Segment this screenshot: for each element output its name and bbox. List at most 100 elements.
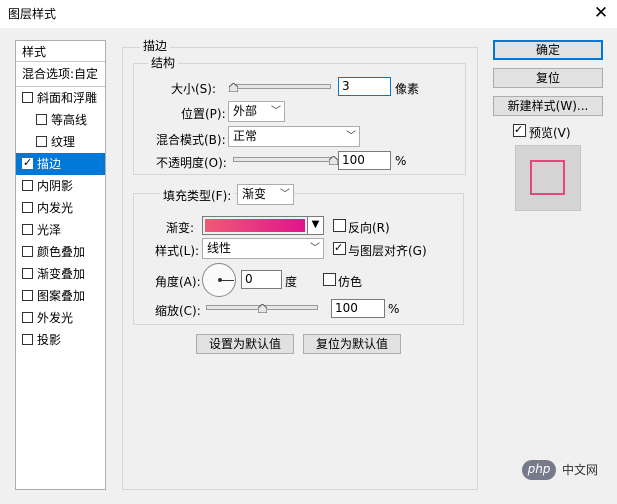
gradient-style-select-value: 线性	[207, 241, 232, 255]
reverse-checkbox[interactable]	[333, 219, 346, 232]
stroke-group-title: 描边	[140, 37, 171, 54]
ok-button[interactable]: 确定	[493, 40, 603, 60]
scale-input[interactable]: 100	[331, 299, 385, 318]
style-preview-swatch	[530, 160, 565, 195]
opacity-input[interactable]: 100	[338, 151, 391, 170]
gradient-style-select[interactable]: 线性 ﹀	[202, 238, 324, 259]
sidebar-item-1[interactable]: 斜面和浮雕	[16, 87, 105, 109]
size-slider-track[interactable]	[233, 84, 331, 89]
sidebar-item-4[interactable]: ✓ 描边	[16, 153, 105, 175]
opacity-slider-thumb[interactable]	[329, 156, 338, 165]
reset-to-default-button[interactable]: 复位为默认值	[303, 334, 401, 354]
align-with-layer-label: 与图层对齐(G)	[348, 244, 427, 258]
sidebar-item-label: 内发光	[37, 201, 74, 215]
sidebar-item-label: 描边	[37, 157, 62, 171]
align-with-layer-checkbox[interactable]: ✓	[333, 241, 346, 255]
reverse-label: 反向(R)	[348, 221, 390, 235]
check-icon: ✓	[23, 156, 33, 169]
reset-button[interactable]: 复位	[493, 68, 603, 88]
sidebar-item-checkbox[interactable]	[22, 312, 33, 323]
gradient-label: 渐变:	[166, 221, 195, 235]
blend-mode-label: 混合模式(B):	[156, 133, 226, 147]
position-select-value: 外部	[233, 104, 258, 118]
fill-type-select[interactable]: 渐变 ﹀	[237, 184, 294, 205]
sidebar-item-checkbox[interactable]	[22, 290, 33, 301]
preview-checkbox[interactable]: ✓	[513, 123, 526, 137]
sidebar-item-8[interactable]: 颜色叠加	[16, 241, 105, 263]
fill-type-label: 填充类型(F):	[160, 187, 235, 204]
sidebar-item-checkbox[interactable]: ✓	[22, 156, 33, 169]
angle-label: 角度(A):	[155, 275, 201, 289]
dither-label: 仿色	[338, 275, 363, 289]
sidebar-item-label: 图案叠加	[37, 289, 86, 303]
sidebar-item-checkbox[interactable]	[22, 334, 33, 345]
chevron-down-icon: ﹀	[310, 243, 320, 254]
style-label: 样式(L):	[155, 244, 200, 258]
angle-unit: 度	[285, 275, 298, 289]
sidebar-item-checkbox[interactable]	[22, 246, 33, 257]
sidebar-item-checkbox[interactable]	[22, 180, 33, 191]
sidebar-item-checkbox[interactable]	[36, 136, 47, 147]
sidebar-item-checkbox[interactable]	[22, 202, 33, 213]
scale-unit: %	[388, 302, 400, 316]
size-input[interactable]: 3	[338, 77, 391, 96]
gradient-preview	[205, 219, 305, 232]
dither-checkbox[interactable]	[323, 273, 336, 286]
scale-label: 缩放(C):	[155, 304, 201, 318]
sidebar-item-12[interactable]: 投影	[16, 329, 105, 351]
sidebar-item-3[interactable]: 纹理	[16, 131, 105, 153]
sidebar-item-6[interactable]: 内发光	[16, 197, 105, 219]
sidebar-item-label: 斜面和浮雕	[37, 91, 98, 105]
size-slider-thumb[interactable]	[229, 83, 238, 92]
sidebar-header: 样式	[22, 45, 47, 59]
sidebar-item-label: 颜色叠加	[37, 245, 86, 259]
sidebar-item-checkbox[interactable]	[22, 268, 33, 279]
preview-label: 预览(V)	[529, 126, 571, 140]
sidebar-item-9[interactable]: 渐变叠加	[16, 263, 105, 285]
caret-down-icon[interactable]: ▼	[307, 217, 323, 234]
chevron-down-icon: ﹀	[346, 131, 356, 142]
window-title: 图层样式	[8, 7, 57, 21]
style-preview	[515, 145, 581, 211]
blend-mode-select[interactable]: 正常 ﹀	[228, 126, 360, 147]
size-unit: 像素	[395, 82, 420, 96]
sidebar-item-label: 等高线	[51, 113, 88, 127]
sidebar-item-5[interactable]: 内阴影	[16, 175, 105, 197]
fill-type-select-value: 渐变	[242, 187, 267, 201]
scale-slider-thumb[interactable]	[258, 304, 267, 313]
sidebar-item-10[interactable]: 图案叠加	[16, 285, 105, 307]
sidebar-item-blend-options[interactable]: 混合选项:自定	[16, 63, 105, 85]
sidebar-item-2[interactable]: 等高线	[16, 109, 105, 131]
sidebar-item-checkbox[interactable]	[22, 224, 33, 235]
title-bar	[0, 0, 617, 28]
position-select[interactable]: 外部 ﹀	[228, 101, 285, 122]
position-label: 位置(P):	[181, 107, 226, 121]
blend-mode-select-value: 正常	[233, 129, 258, 143]
opacity-slider-track[interactable]	[233, 157, 333, 162]
check-icon: ✓	[514, 123, 524, 136]
gradient-picker[interactable]: ▼	[202, 216, 324, 235]
new-style-button[interactable]: 新建样式(W)...	[493, 96, 603, 116]
angle-center	[218, 278, 222, 282]
make-default-button[interactable]: 设置为默认值	[196, 334, 294, 354]
angle-dial[interactable]	[202, 263, 236, 297]
structure-group-title: 结构	[148, 54, 179, 71]
opacity-label: 不透明度(O):	[156, 156, 227, 170]
sidebar-item-label: 渐变叠加	[37, 267, 86, 281]
sidebar-item-checkbox[interactable]	[36, 114, 47, 125]
chevron-down-icon: ﹀	[280, 189, 290, 200]
sidebar-item-checkbox[interactable]	[22, 92, 33, 103]
sidebar-item-label: 投影	[37, 333, 62, 347]
sidebar-item-7[interactable]: 光泽	[16, 219, 105, 241]
sidebar-item-label: 外发光	[37, 311, 74, 325]
close-icon[interactable]: ✕	[591, 3, 611, 23]
sidebar-item-11[interactable]: 外发光	[16, 307, 105, 329]
size-label: 大小(S):	[171, 82, 217, 96]
check-icon: ✓	[334, 241, 344, 254]
sidebar-divider	[16, 61, 105, 62]
sidebar-item-label: 内阴影	[37, 179, 74, 193]
watermark-text: 中文网	[562, 463, 599, 477]
angle-input[interactable]: 0	[241, 270, 282, 289]
sidebar-item-label: 混合选项:自定	[22, 67, 99, 81]
sidebar-item-label: 光泽	[37, 223, 62, 237]
